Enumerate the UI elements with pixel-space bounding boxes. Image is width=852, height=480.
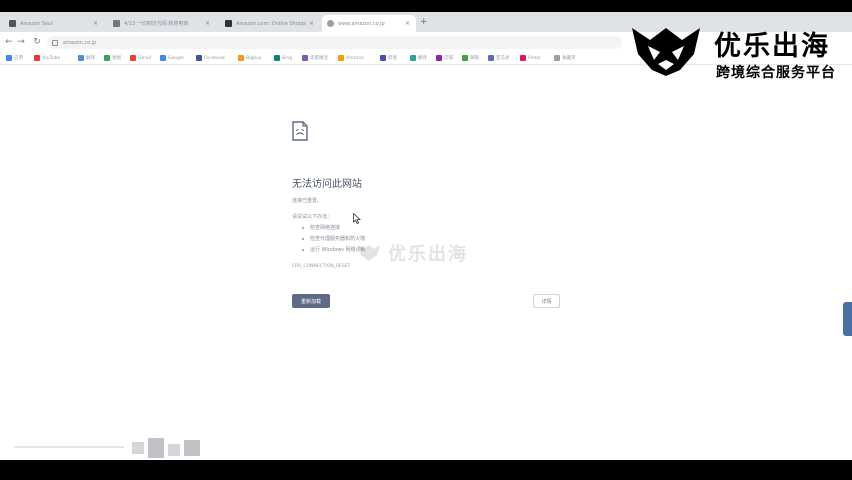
google-icon: [160, 55, 166, 61]
amazon-cn-icon: [488, 55, 494, 61]
bookmark-label: 收藏夹: [562, 56, 576, 61]
amazon-favicon-icon: [225, 20, 232, 27]
details-button[interactable]: 详情: [533, 294, 560, 308]
pinterest-icon: [520, 55, 526, 61]
error-subtitle: 连接已重置。: [292, 198, 323, 204]
sad-document-icon: [292, 121, 308, 141]
bookmark-item[interactable]: YouTube: [34, 55, 60, 61]
error-try-label: 请试试以下办法：: [292, 214, 333, 220]
bookmark-item[interactable]: 卖家精灵: [302, 55, 328, 61]
bookmark-item[interactable]: 店铺: [436, 55, 453, 61]
bookmark-item[interactable]: 亚马逊: [488, 55, 510, 61]
maps-icon: [104, 55, 110, 61]
close-icon[interactable]: ×: [205, 20, 210, 27]
bookmark-item[interactable]: Google: [160, 55, 184, 61]
bookmark-item[interactable]: 翻译: [410, 55, 427, 61]
url-text: amazon.co.jp: [63, 39, 97, 46]
tab-label: Amazon Seul: [20, 20, 53, 27]
bookmark-label: 跨境: [388, 56, 397, 61]
bookmark-label: 应用: [14, 56, 23, 61]
bookmark-label: Bing: [282, 55, 293, 61]
translate-icon: [78, 55, 84, 61]
brand-name: 优乐出海: [714, 31, 830, 62]
bookmark-label: Pinter: [528, 55, 542, 61]
bookmark-label: Amazon: [346, 55, 365, 61]
bookmark-item[interactable]: Gmail: [130, 55, 151, 61]
error-title: 无法访问此网站: [292, 179, 362, 190]
tab-course[interactable]: 4/13 一切到达代码 跨境电商 ×: [108, 15, 216, 32]
watermark-text: 优乐出海: [388, 244, 468, 265]
gmail-icon: [130, 55, 136, 61]
amazon-icon: [338, 55, 344, 61]
mail-icon: [462, 55, 468, 61]
bookmark-item[interactable]: 地图: [104, 55, 121, 61]
bookmark-item[interactable]: 邮箱: [462, 55, 479, 61]
bookmark-item[interactable]: Bing: [274, 55, 292, 61]
bookmark-label: 卖家精灵: [310, 56, 328, 61]
bookmark-label: 翻译: [418, 56, 427, 61]
bookmark-item[interactable]: 收藏夹: [554, 55, 576, 61]
close-icon[interactable]: ×: [405, 20, 410, 27]
folder-icon: [554, 55, 560, 61]
blurred-overlay: [14, 438, 200, 458]
info-icon[interactable]: [52, 39, 58, 46]
translate-icon: [410, 55, 416, 61]
facebook-icon: [196, 55, 202, 61]
page-favicon-icon: [113, 20, 120, 27]
amazon-favicon-icon: [9, 20, 16, 27]
reload-icon[interactable]: ↻: [31, 36, 43, 48]
tab-amazon-seul[interactable]: Amazon Seul ×: [4, 15, 104, 32]
bookmark-label: 邮箱: [470, 56, 479, 61]
brand-watermark: 优乐出海 跨境综合服务平台: [628, 22, 850, 86]
bookmark-label: Bigbuy: [246, 55, 262, 61]
tab-label: www.amazon.co.jp: [338, 20, 385, 27]
tab-amazon-com[interactable]: Amazon.com: Online Shopping ×: [220, 15, 320, 32]
bookmark-label: 翻译: [86, 56, 95, 61]
side-panel-handle[interactable]: [843, 302, 852, 336]
bookmark-item[interactable]: 跨境: [380, 55, 397, 61]
bookmark-label: Gmail: [138, 55, 152, 61]
new-tab-icon[interactable]: +: [420, 17, 428, 27]
apps-icon: [6, 55, 12, 61]
brand-tagline: 跨境综合服务平台: [716, 65, 836, 81]
bookmark-label: YouTube: [42, 55, 61, 61]
seller-sprite-icon: [302, 55, 308, 61]
watermark: 优乐出海: [356, 240, 468, 266]
address-bar[interactable]: amazon.co.jp: [47, 36, 622, 49]
bookmark-label: 店铺: [444, 56, 453, 61]
tab-label: 4/13 一切到达代码 跨境电商: [124, 21, 189, 27]
bookmark-label: Facebook: [204, 55, 226, 61]
bookmark-label: Google: [168, 55, 184, 61]
back-icon[interactable]: ←: [3, 36, 15, 48]
bookmark-item[interactable]: Amazon: [338, 55, 364, 61]
tab-label: Amazon.com: Online Shopping: [236, 20, 306, 27]
bookmark-item[interactable]: Facebook: [196, 55, 225, 61]
close-icon[interactable]: ×: [93, 20, 98, 27]
bookmark-label: 地图: [112, 56, 121, 61]
crossborder-icon: [380, 55, 386, 61]
reload-button[interactable]: 重新加载: [292, 294, 330, 308]
tab-amazon-jp[interactable]: www.amazon.co.jp ×: [322, 15, 416, 32]
globe-icon: [327, 20, 334, 27]
bigbuy-icon: [238, 55, 244, 61]
error-code: ERR_CONNECTION_RESET: [292, 264, 351, 269]
bookmark-item[interactable]: 翻译: [78, 55, 95, 61]
youtube-icon: [34, 55, 40, 61]
bookmark-item[interactable]: Bigbuy: [238, 55, 262, 61]
close-icon[interactable]: ×: [309, 20, 314, 27]
forward-icon[interactable]: →: [15, 36, 27, 48]
bookmark-item[interactable]: 应用: [6, 55, 23, 61]
store-icon: [436, 55, 442, 61]
lion-logo-icon: [632, 28, 700, 76]
mouse-cursor-icon: [353, 213, 361, 224]
bookmark-label: 亚马逊: [496, 56, 510, 61]
lion-logo-icon: [358, 245, 380, 261]
bookmark-item[interactable]: Pinter: [520, 55, 541, 61]
bing-icon: [274, 55, 280, 61]
